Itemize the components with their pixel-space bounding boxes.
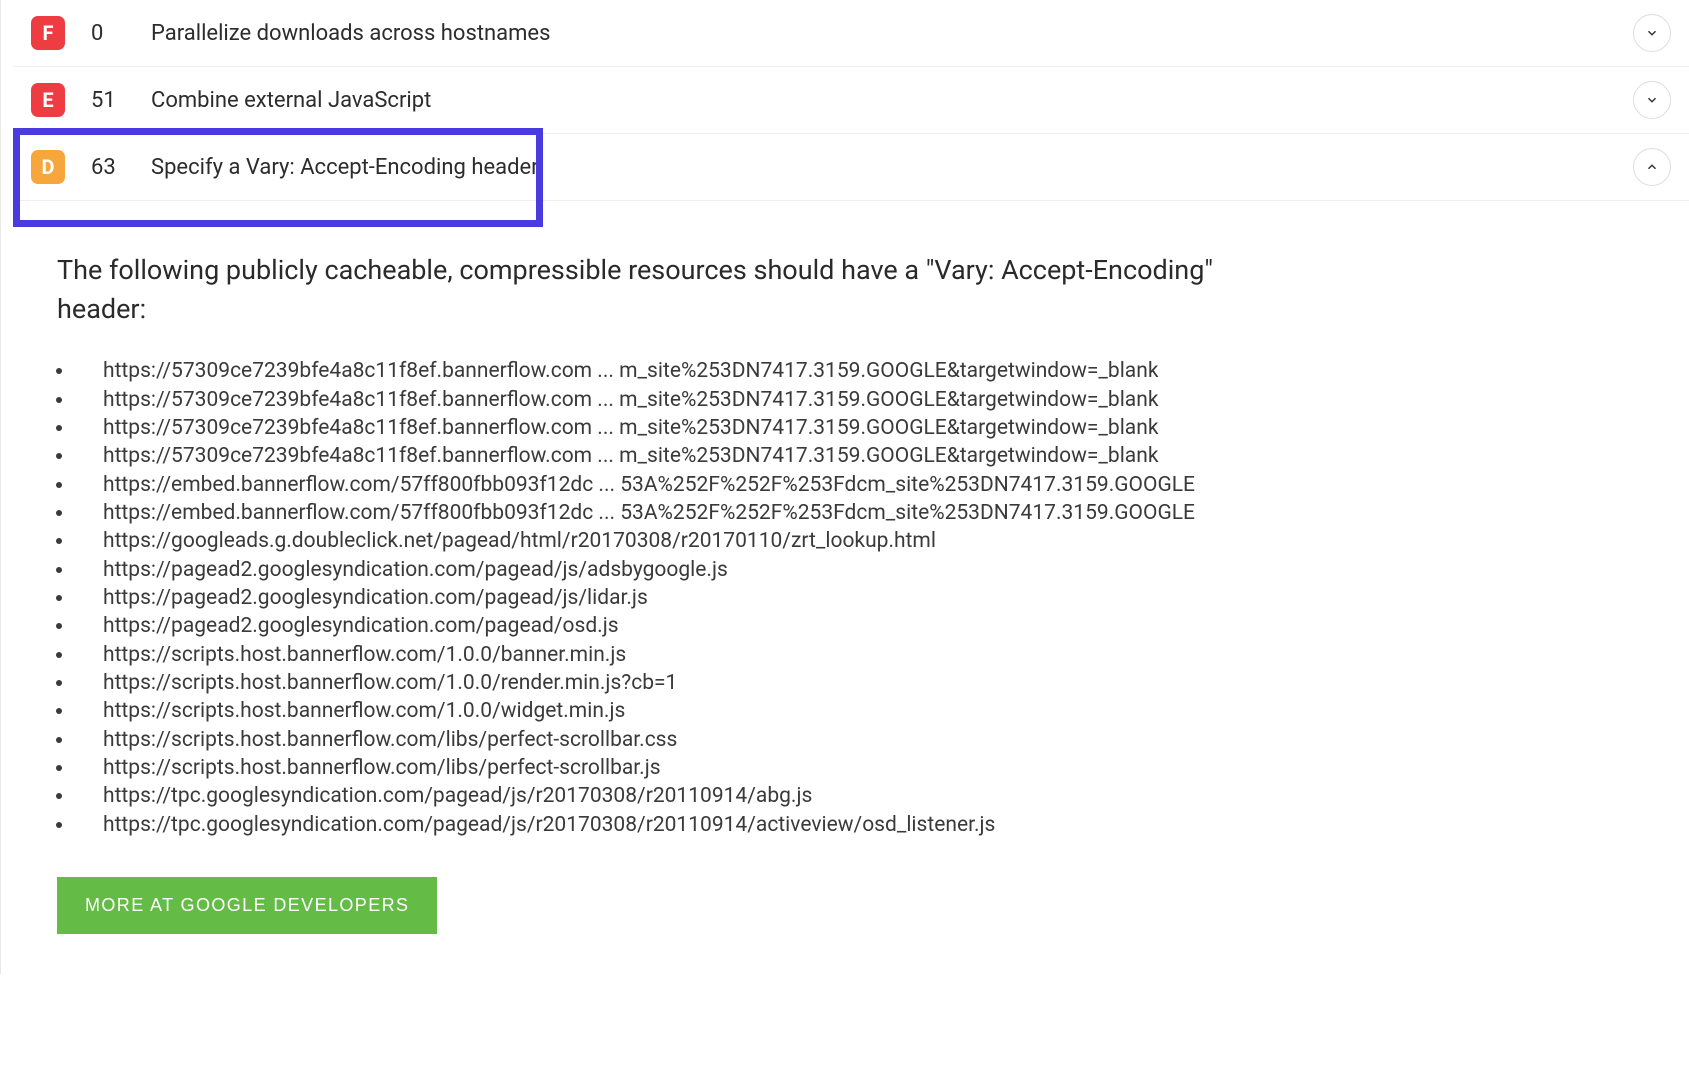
score-value: 51 bbox=[91, 88, 151, 113]
audit-row-vary-header[interactable]: D 63 Specify a Vary: Accept-Encoding hea… bbox=[13, 134, 1689, 201]
grade-badge: E bbox=[31, 83, 65, 117]
resource-url-item: https://tpc.googlesyndication.com/pagead… bbox=[75, 811, 1645, 839]
resource-url-item: https://scripts.host.bannerflow.com/1.0.… bbox=[75, 641, 1645, 669]
resource-url-item: https://embed.bannerflow.com/57ff800fbb0… bbox=[75, 499, 1645, 527]
resource-url-item: https://57309ce7239bfe4a8c11f8ef.bannerf… bbox=[75, 386, 1645, 414]
collapse-toggle[interactable] bbox=[1633, 148, 1671, 186]
expand-toggle[interactable] bbox=[1633, 14, 1671, 52]
grade-badge: D bbox=[31, 150, 65, 184]
audit-detail-panel: The following publicly cacheable, compre… bbox=[13, 201, 1689, 974]
audit-row-parallelize[interactable]: F 0 Parallelize downloads across hostnam… bbox=[13, 0, 1689, 67]
resource-url-item: https://pagead2.googlesyndication.com/pa… bbox=[75, 612, 1645, 640]
resource-url-item: https://57309ce7239bfe4a8c11f8ef.bannerf… bbox=[75, 414, 1645, 442]
audit-panel: F 0 Parallelize downloads across hostnam… bbox=[0, 0, 1689, 974]
resource-url-item: https://scripts.host.bannerflow.com/1.0.… bbox=[75, 697, 1645, 725]
audit-title: Specify a Vary: Accept-Encoding header bbox=[151, 155, 1633, 180]
score-value: 63 bbox=[91, 155, 151, 180]
grade-badge: F bbox=[31, 16, 65, 50]
detail-heading: The following publicly cacheable, compre… bbox=[57, 251, 1307, 329]
resource-url-item: https://scripts.host.bannerflow.com/libs… bbox=[75, 754, 1645, 782]
resource-url-item: https://57309ce7239bfe4a8c11f8ef.bannerf… bbox=[75, 442, 1645, 470]
resource-url-item: https://scripts.host.bannerflow.com/libs… bbox=[75, 726, 1645, 754]
resource-url-item: https://pagead2.googlesyndication.com/pa… bbox=[75, 556, 1645, 584]
resource-url-item: https://57309ce7239bfe4a8c11f8ef.bannerf… bbox=[75, 357, 1645, 385]
audit-title: Parallelize downloads across hostnames bbox=[151, 21, 1633, 46]
resource-url-item: https://embed.bannerflow.com/57ff800fbb0… bbox=[75, 471, 1645, 499]
chevron-down-icon bbox=[1645, 26, 1659, 40]
resource-url-list: https://57309ce7239bfe4a8c11f8ef.bannerf… bbox=[57, 357, 1645, 839]
chevron-up-icon bbox=[1645, 160, 1659, 174]
expand-toggle[interactable] bbox=[1633, 81, 1671, 119]
audit-row-combine-js[interactable]: E 51 Combine external JavaScript bbox=[13, 67, 1689, 134]
score-value: 0 bbox=[91, 21, 151, 46]
resource-url-item: https://tpc.googlesyndication.com/pagead… bbox=[75, 782, 1645, 810]
more-at-google-button[interactable]: MORE AT GOOGLE DEVELOPERS bbox=[57, 877, 437, 934]
audit-title: Combine external JavaScript bbox=[151, 88, 1633, 113]
resource-url-item: https://googleads.g.doubleclick.net/page… bbox=[75, 527, 1645, 555]
resource-url-item: https://scripts.host.bannerflow.com/1.0.… bbox=[75, 669, 1645, 697]
chevron-down-icon bbox=[1645, 93, 1659, 107]
resource-url-item: https://pagead2.googlesyndication.com/pa… bbox=[75, 584, 1645, 612]
